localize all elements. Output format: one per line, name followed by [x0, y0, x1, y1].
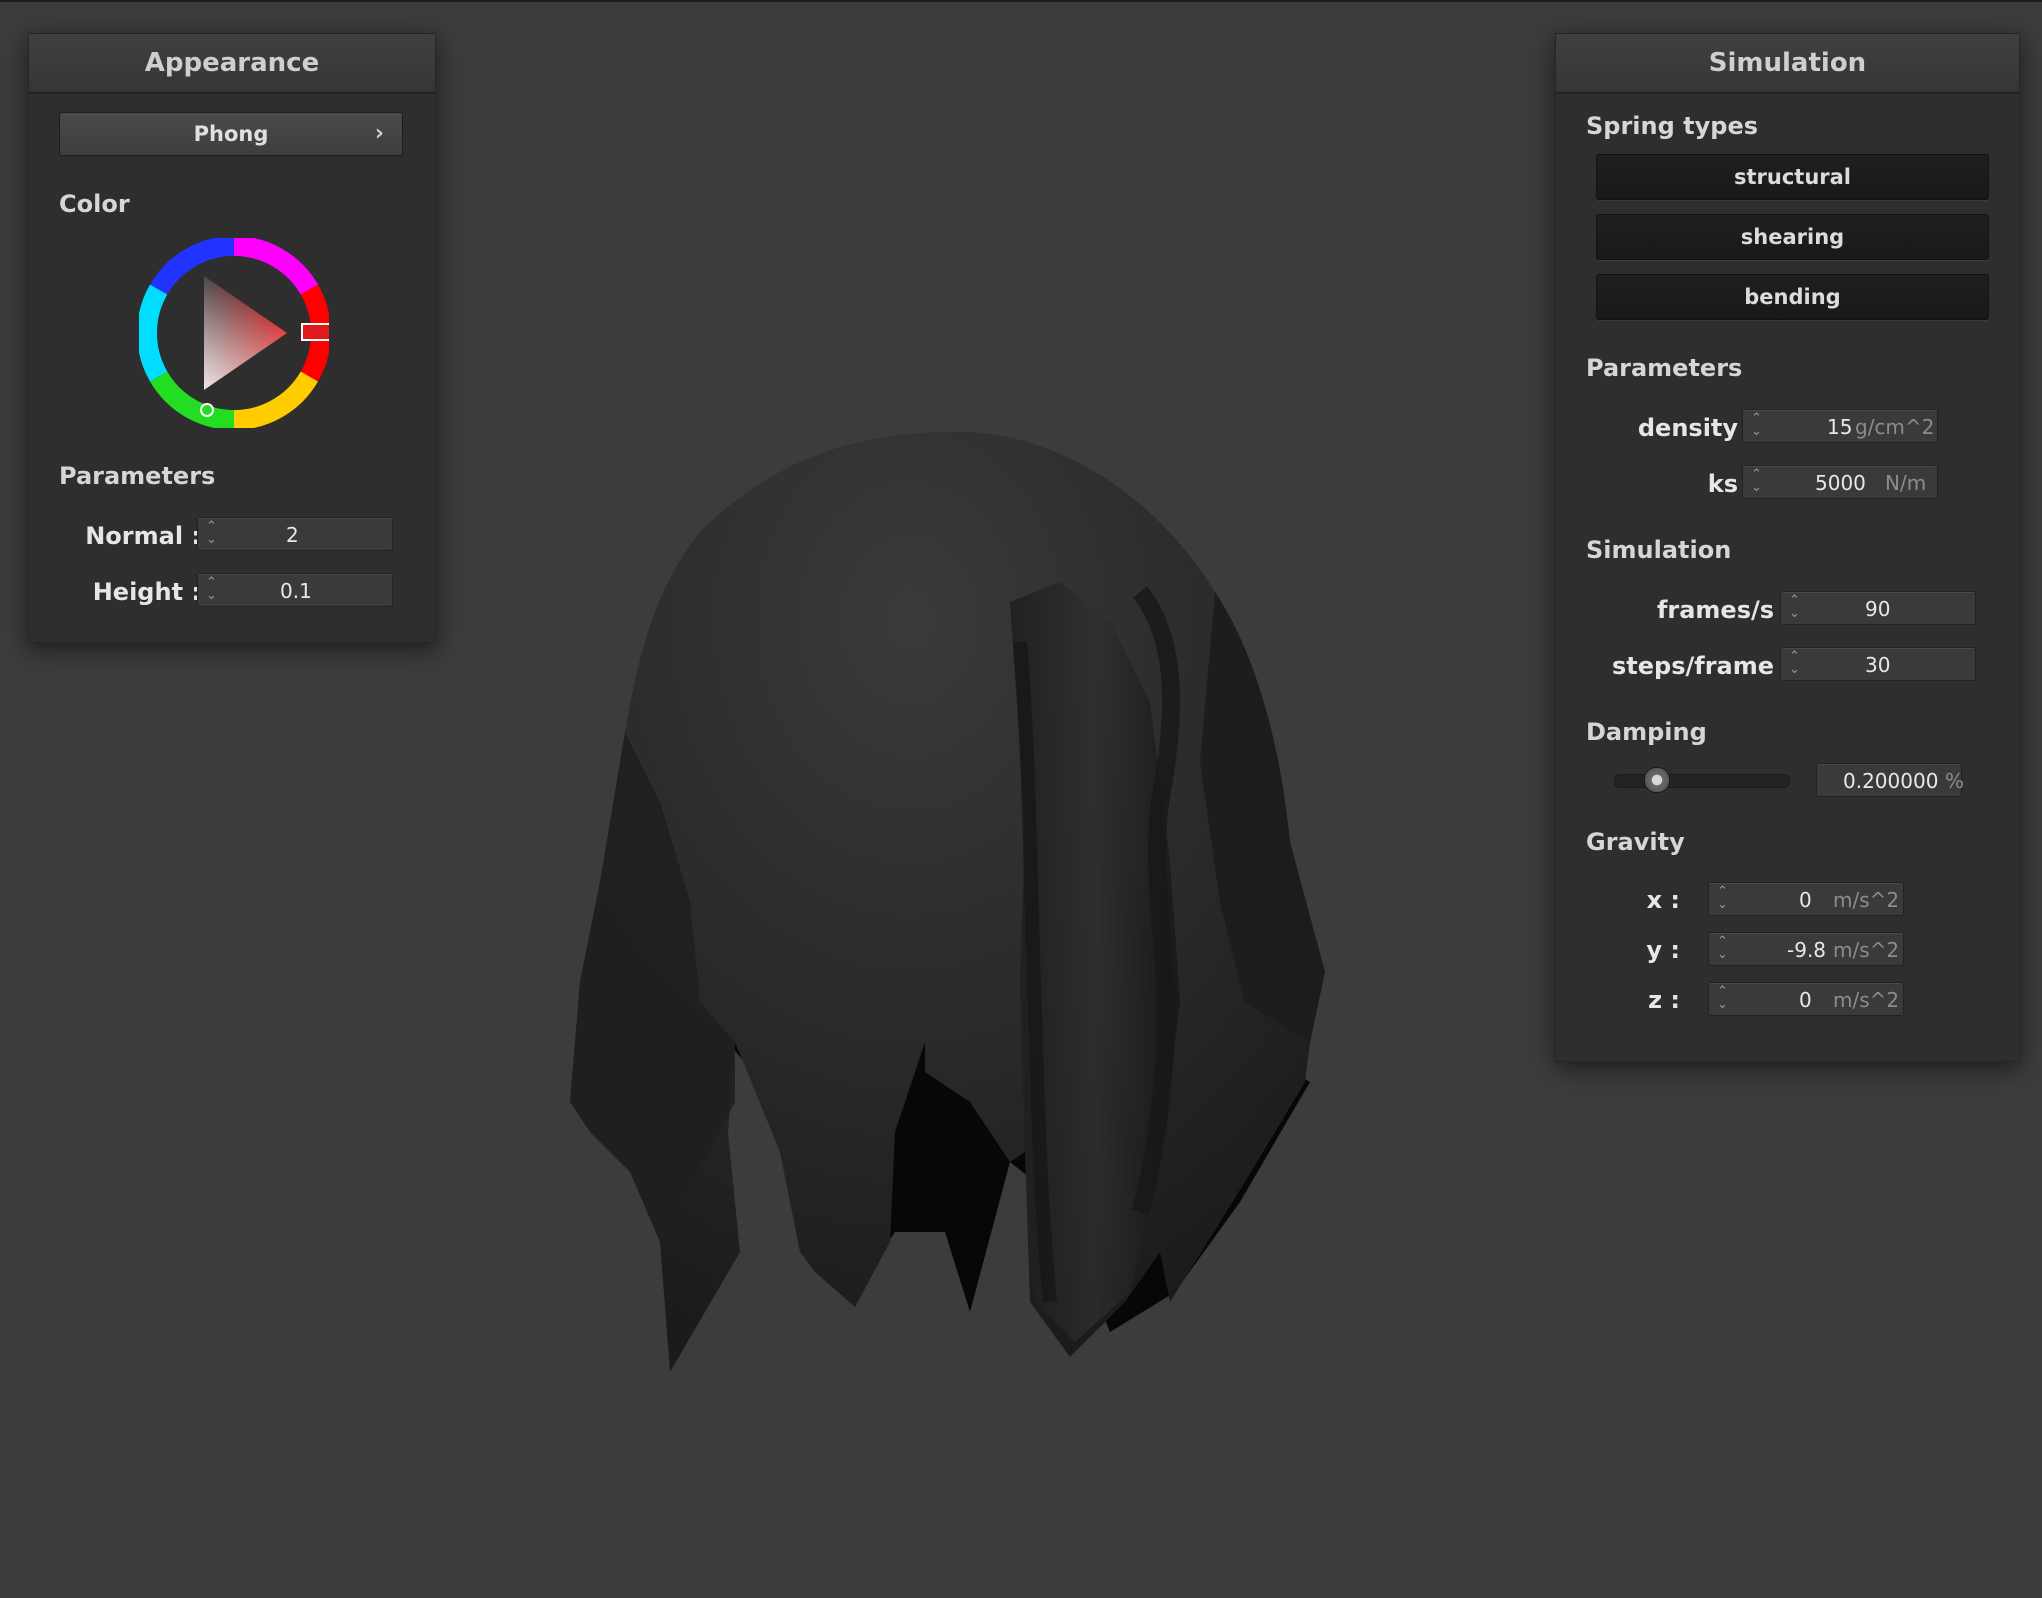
spinner-arrows-icon[interactable]: ⌃ ⌄ [1717, 935, 1728, 961]
normal-input[interactable]: ⌃ ⌄ 2 [197, 517, 393, 551]
spinner-arrows-icon[interactable]: ⌃ ⌄ [206, 520, 217, 546]
gravity-y-value: -9.8 [1787, 938, 1827, 962]
steps-value: 30 [1865, 653, 1891, 677]
shearing-toggle[interactable]: shearing [1596, 214, 1989, 260]
ks-label: ks : [1707, 470, 1756, 498]
simulation-panel-title: Simulation [1708, 48, 1867, 78]
simulation-panel: Simulation Spring types structural shear… [1555, 33, 2020, 1062]
damping-title: Damping [1586, 718, 1707, 746]
gravity-z-unit: m/s^2 [1833, 988, 1900, 1012]
spinner-arrows-icon[interactable]: ⌃ ⌄ [206, 576, 217, 602]
3d-viewport[interactable]: Appearance Phong › Color Parameters Norm… [0, 0, 2042, 1596]
density-unit: g/cm^2 [1855, 415, 1935, 439]
spinner-arrows-icon[interactable]: ⌃ ⌄ [1789, 650, 1800, 676]
hue-handle [301, 323, 329, 341]
gravity-title: Gravity [1586, 828, 1685, 856]
structural-toggle[interactable]: structural [1596, 154, 1989, 200]
damping-unit: % [1945, 769, 1965, 793]
gravity-y-label: y : [1646, 936, 1680, 964]
density-label: density : [1637, 414, 1756, 442]
gravity-x-label: x : [1646, 886, 1680, 914]
spinner-arrows-icon[interactable]: ⌃ ⌄ [1751, 412, 1762, 438]
damping-value: 0.200000 [1843, 769, 1939, 793]
density-input[interactable]: ⌃ ⌄ 15 g/cm^2 [1742, 409, 1938, 443]
height-value: 0.1 [280, 579, 312, 603]
simulation-timing-title: Simulation [1586, 536, 1732, 564]
spinner-arrows-icon[interactable]: ⌃ ⌄ [1717, 985, 1728, 1011]
height-input[interactable]: ⌃ ⌄ 0.1 [197, 573, 393, 607]
bending-label: bending [1744, 285, 1841, 309]
frames-label: frames/s : [1656, 596, 1792, 624]
damping-slider-track[interactable] [1614, 774, 1790, 788]
gravity-y-unit: m/s^2 [1833, 938, 1900, 962]
chevron-right-icon: › [374, 121, 384, 146]
gravity-z-value: 0 [1799, 988, 1812, 1012]
gravity-y-input[interactable]: ⌃ ⌄ -9.8 m/s^2 [1708, 932, 1904, 966]
ks-unit: N/m [1885, 471, 1927, 495]
gravity-x-value: 0 [1799, 888, 1812, 912]
shader-select-label: Phong [193, 122, 269, 146]
simulation-panel-header[interactable]: Simulation [1556, 34, 2019, 94]
ks-input[interactable]: ⌃ ⌄ 5000 N/m [1742, 465, 1938, 499]
appearance-parameters-title: Parameters [59, 462, 216, 490]
spinner-arrows-icon[interactable]: ⌃ ⌄ [1751, 468, 1762, 494]
structural-label: structural [1733, 165, 1851, 189]
frames-value: 90 [1865, 597, 1891, 621]
normal-label: Normal : [85, 522, 201, 550]
steps-label: steps/frame : [1612, 652, 1792, 680]
normal-value: 2 [286, 523, 299, 547]
density-value: 15 [1827, 415, 1853, 439]
frames-input[interactable]: ⌃ ⌄ 90 [1780, 591, 1976, 625]
height-label: Height : [92, 578, 201, 606]
color-section-title: Color [59, 190, 130, 218]
bending-toggle[interactable]: bending [1596, 274, 1989, 320]
spinner-arrows-icon[interactable]: ⌃ ⌄ [1789, 594, 1800, 620]
gravity-z-label: z : [1648, 986, 1680, 1014]
spinner-arrows-icon[interactable]: ⌃ ⌄ [1717, 885, 1728, 911]
spring-types-title: Spring types [1586, 112, 1759, 140]
appearance-panel: Appearance Phong › Color Parameters Norm… [28, 33, 436, 643]
damping-input[interactable]: 0.200000 % [1816, 763, 1965, 797]
appearance-panel-title: Appearance [144, 48, 320, 78]
appearance-panel-header[interactable]: Appearance [29, 34, 435, 94]
shearing-label: shearing [1740, 225, 1845, 249]
shader-select-button[interactable]: Phong › [59, 112, 403, 156]
gravity-z-input[interactable]: ⌃ ⌄ 0 m/s^2 [1708, 982, 1904, 1016]
gravity-x-unit: m/s^2 [1833, 888, 1900, 912]
color-wheel[interactable] [139, 238, 329, 428]
ks-value: 5000 [1815, 471, 1866, 495]
simulation-parameters-title: Parameters [1586, 354, 1743, 382]
damping-slider-handle[interactable] [1644, 767, 1670, 793]
steps-input[interactable]: ⌃ ⌄ 30 [1780, 647, 1976, 681]
gravity-x-input[interactable]: ⌃ ⌄ 0 m/s^2 [1708, 882, 1904, 916]
